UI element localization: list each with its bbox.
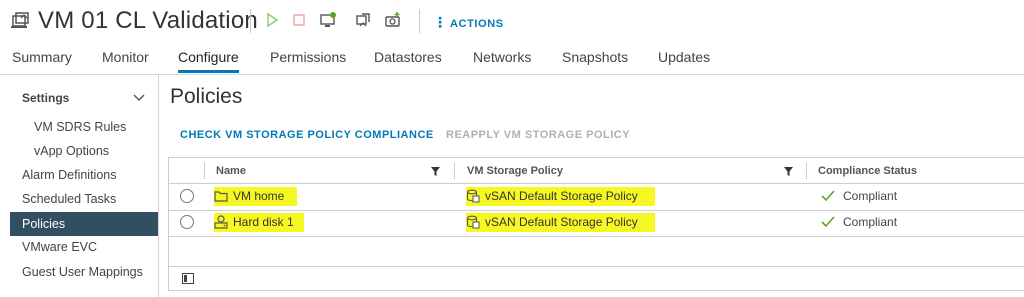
more-vertical-icon: ⋮ — [433, 14, 447, 30]
column-divider — [204, 162, 205, 179]
check-icon — [821, 216, 835, 228]
row-policy: vSAN Default Storage Policy — [485, 215, 638, 229]
column-header-name[interactable]: Name — [216, 165, 246, 177]
sidebar-item-label: Policies — [22, 217, 66, 231]
row-policy: vSAN Default Storage Policy — [485, 189, 638, 203]
table-row[interactable]: VM home vSAN Default Storage Policy Comp… — [169, 184, 1024, 211]
tab-monitor[interactable]: Monitor — [102, 49, 149, 73]
row-status: Compliant — [843, 189, 898, 203]
column-divider — [806, 162, 807, 179]
column-header-compliance-status[interactable]: Compliance Status — [818, 165, 917, 177]
table-row[interactable]: Hard disk 1 vSAN Default Storage Policy … — [169, 210, 1024, 237]
snapshot-icon[interactable] — [384, 11, 402, 29]
reapply-policy-button[interactable]: REAPPLY VM STORAGE POLICY — [446, 129, 630, 141]
row-select-radio[interactable] — [180, 215, 194, 229]
header-divider — [419, 9, 420, 33]
sidebar-item-guest-user-mappings[interactable]: Guest User Mappings — [22, 265, 143, 279]
status-cell: Compliant — [821, 213, 897, 232]
tab-configure[interactable]: Configure — [178, 49, 239, 73]
tab-datastores[interactable]: Datastores — [374, 49, 442, 73]
configure-sidebar: Settings VM SDRS Rules vApp Options Alar… — [0, 75, 159, 297]
row-status: Compliant — [843, 215, 898, 229]
power-off-icon[interactable] — [290, 11, 308, 29]
row-name: Hard disk 1 — [233, 215, 294, 229]
column-divider — [454, 162, 455, 179]
status-cell: Compliant — [821, 187, 897, 206]
power-on-icon[interactable] — [263, 11, 281, 29]
column-toggle-icon[interactable] — [182, 273, 194, 284]
column-header-vm-storage-policy[interactable]: VM Storage Policy — [467, 165, 563, 177]
sidebar-item-vm-sdrs-rules[interactable]: VM SDRS Rules — [34, 120, 126, 134]
header-divider — [250, 9, 251, 33]
tab-bar: Summary Monitor Configure Permissions Da… — [0, 46, 1024, 75]
folder-icon — [214, 191, 228, 202]
name-cell[interactable]: Hard disk 1 — [214, 213, 304, 232]
actions-label: ACTIONS — [450, 18, 504, 30]
sidebar-section-settings[interactable]: Settings — [22, 91, 69, 105]
name-cell[interactable]: VM home — [214, 187, 297, 206]
tab-permissions[interactable]: Permissions — [270, 49, 346, 73]
page-title: Policies — [170, 85, 243, 108]
sidebar-item-alarm-definitions[interactable]: Alarm Definitions — [22, 168, 116, 182]
check-icon — [821, 190, 835, 202]
tab-summary[interactable]: Summary — [12, 49, 72, 73]
policy-cell[interactable]: vSAN Default Storage Policy — [466, 187, 655, 206]
chevron-down-icon[interactable] — [133, 91, 145, 103]
sidebar-item-scheduled-tasks[interactable]: Scheduled Tasks — [22, 192, 116, 206]
row-select-radio[interactable] — [180, 189, 194, 203]
launch-console-icon[interactable] — [319, 11, 337, 29]
grid-footer — [169, 266, 1024, 291]
vm-title: VM 01 CL Validation — [38, 7, 258, 34]
storage-policy-icon — [466, 189, 480, 203]
check-compliance-button[interactable]: CHECK VM STORAGE POLICY COMPLIANCE — [180, 129, 434, 141]
sidebar-item-vmware-evc[interactable]: VMware EVC — [22, 240, 97, 254]
sidebar-item-policies[interactable]: Policies — [10, 212, 158, 236]
grid-header: Name VM Storage Policy Compliance Status — [169, 158, 1024, 184]
tab-networks[interactable]: Networks — [473, 49, 531, 73]
tab-updates[interactable]: Updates — [658, 49, 710, 73]
vm-icon — [11, 12, 29, 28]
filter-icon[interactable] — [431, 167, 440, 176]
policy-cell[interactable]: vSAN Default Storage Policy — [466, 213, 655, 232]
migrate-icon[interactable] — [354, 11, 372, 29]
actions-menu[interactable]: ⋮ ACTIONS — [433, 14, 504, 31]
storage-policy-icon — [466, 215, 480, 229]
filter-icon[interactable] — [784, 167, 793, 176]
row-name: VM home — [233, 189, 285, 203]
hard-disk-icon — [214, 215, 228, 229]
tab-snapshots[interactable]: Snapshots — [562, 49, 628, 73]
object-header: VM 01 CL Validation ⋮ ACTIONS — [0, 0, 1024, 42]
sidebar-item-vapp-options[interactable]: vApp Options — [34, 144, 109, 158]
policies-grid: Name VM Storage Policy Compliance Status… — [168, 157, 1024, 291]
